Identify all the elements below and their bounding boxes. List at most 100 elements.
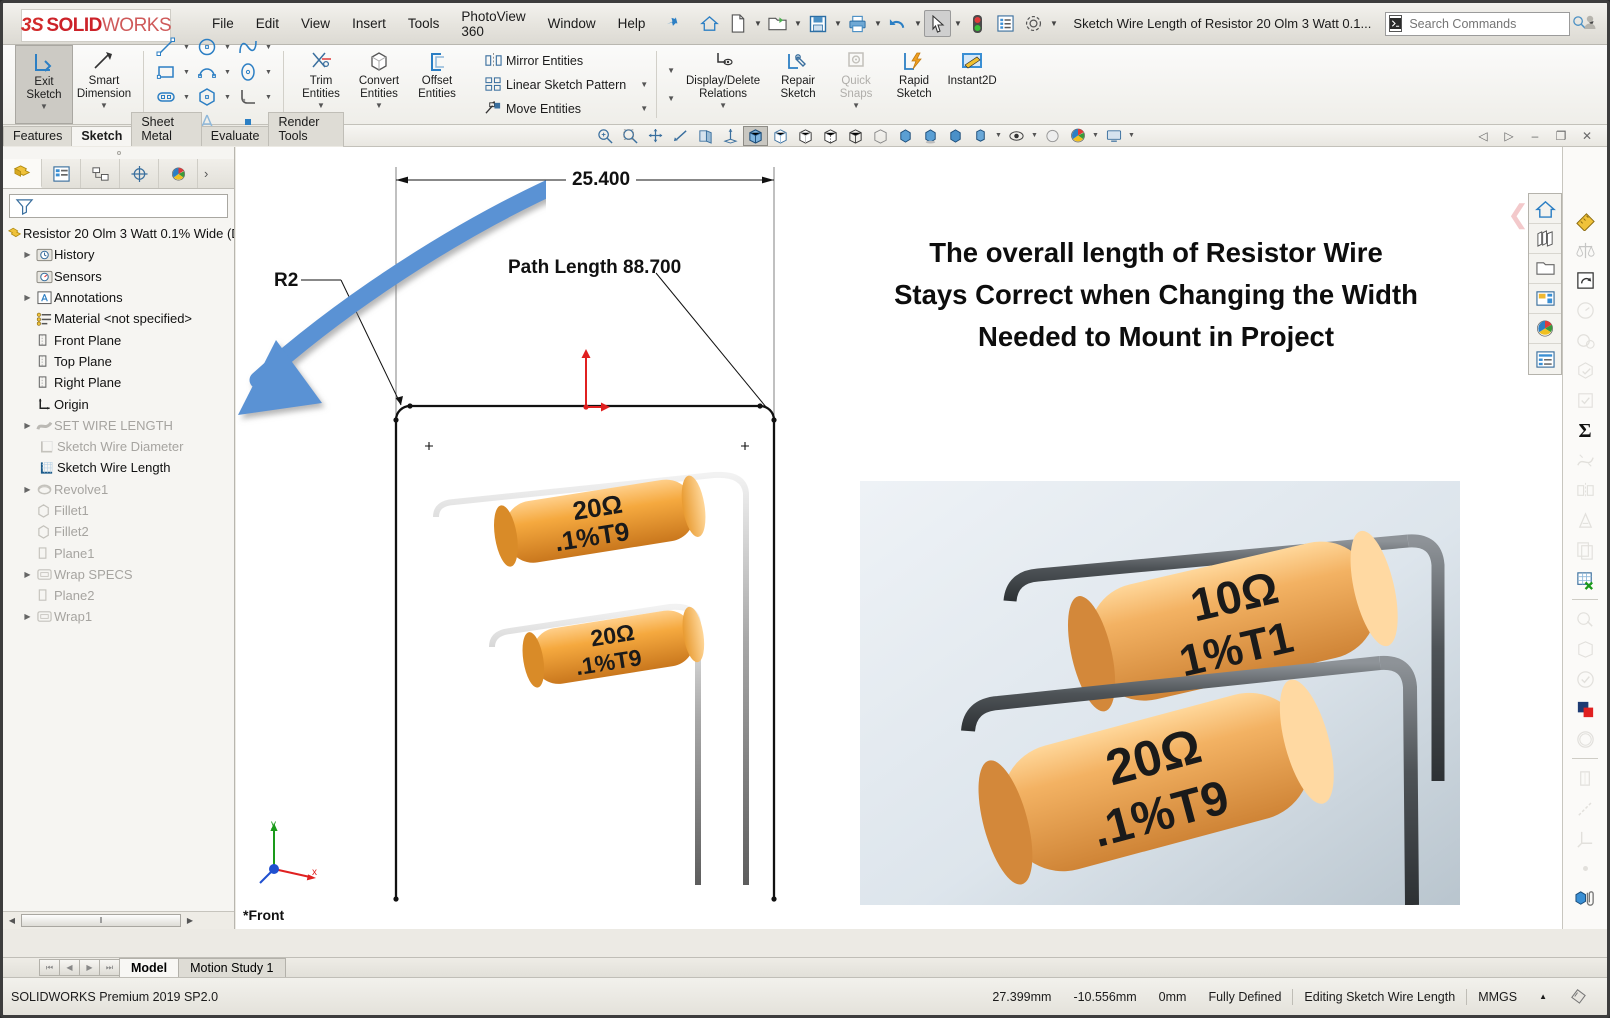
select-dropdown-caret[interactable]: ▼ (952, 19, 963, 28)
tree-item-sensors[interactable]: Sensors (7, 266, 234, 287)
display-delete-relations-caret[interactable]: ▼ (719, 101, 727, 111)
display-style-box-icon[interactable] (868, 126, 893, 146)
symmetry-check-icon[interactable] (1570, 475, 1600, 505)
tree-item-plane2[interactable]: Plane2 (7, 585, 234, 606)
quick-snaps-button[interactable]: Quick Snaps ▼ (827, 45, 885, 124)
zoom-to-fit-icon[interactable] (593, 126, 618, 146)
menu-window[interactable]: Window (537, 11, 607, 36)
tab-evaluate[interactable]: Evaluate (200, 126, 270, 146)
ambient-occlusion-icon[interactable] (943, 126, 968, 146)
expand-caret[interactable]: ▶ (21, 570, 34, 579)
tree-item-sketch-wire-length[interactable]: Sketch Wire Length (7, 457, 234, 478)
ellipse-tool-caret[interactable]: ▼ (262, 60, 275, 84)
tree-item-wrap-specs[interactable]: ▶ Wrap SPECS (7, 564, 234, 585)
tab-render-tools[interactable]: Render Tools (268, 112, 344, 146)
fillet-tool-icon[interactable] (234, 85, 262, 109)
bottom-tab-model[interactable]: Model (119, 957, 180, 978)
spline-tool-icon[interactable] (234, 35, 262, 59)
print-dropdown-caret[interactable]: ▼ (872, 19, 883, 28)
slot-tool-caret[interactable]: ▼ (180, 85, 193, 109)
curvature-icon[interactable] (1570, 445, 1600, 475)
display-style-hidden-lines-visible-icon[interactable] (818, 126, 843, 146)
view-settings-icon[interactable] (1101, 126, 1126, 146)
smart-dimension-dropdown-caret[interactable]: ▼ (100, 101, 108, 111)
menu-edit[interactable]: Edit (245, 11, 290, 36)
polygon-tool-icon[interactable] (193, 85, 221, 109)
instant2d-button[interactable]: Instant2D (943, 45, 1001, 124)
menu-insert[interactable]: Insert (341, 11, 397, 36)
hide-show-caret[interactable]: ▼ (1029, 132, 1040, 139)
property-manager-tab[interactable] (42, 159, 81, 188)
smart-dimension-button[interactable]: Smart Dimension ▼ (73, 45, 135, 124)
draft-analysis-icon[interactable] (1570, 505, 1600, 535)
pan-icon[interactable] (643, 126, 668, 146)
nav-next-button[interactable]: ▶ (79, 959, 100, 976)
tab-features[interactable]: Features (3, 126, 73, 146)
display-style-wireframe-icon[interactable] (843, 126, 868, 146)
arc-tool-icon[interactable] (193, 60, 221, 84)
open-document-icon[interactable] (764, 10, 791, 37)
select-cursor-icon[interactable] (924, 10, 952, 37)
tree-item-wrap1[interactable]: ▶ Wrap1 (7, 606, 234, 627)
offset-entities-button[interactable]: Offset Entities (408, 45, 466, 124)
circle-tool-icon[interactable] (193, 35, 221, 59)
display-delete-relations-button[interactable]: Display/Delete Relations ▼ (677, 45, 769, 124)
restore-left-icon[interactable]: ◁ (1471, 127, 1495, 145)
appearances-scenes-icon[interactable] (1529, 314, 1561, 344)
apply-scene-caret[interactable]: ▼ (1090, 132, 1101, 139)
settings-dropdown-caret[interactable]: ▼ (1048, 19, 1059, 28)
user-account-icon[interactable] (1576, 13, 1604, 35)
expand-caret[interactable]: ▶ (21, 612, 34, 621)
tree-filter-input[interactable] (9, 194, 228, 218)
circle-tool-caret[interactable]: ▼ (221, 35, 234, 59)
zoom-to-area-icon[interactable] (618, 126, 643, 146)
previous-view-icon[interactable] (668, 126, 693, 146)
display-style-shaded-with-edges-icon[interactable] (743, 125, 768, 146)
menu-file[interactable]: File (201, 11, 245, 36)
custom-properties-icon[interactable] (1529, 344, 1561, 374)
slot-tool-icon[interactable] (152, 85, 180, 109)
menu-help[interactable]: Help (607, 11, 657, 36)
bottom-tab-motion-study-1[interactable]: Motion Study 1 (178, 957, 286, 978)
shadows-icon[interactable] (918, 126, 943, 146)
equations-icon[interactable]: Σ (1570, 415, 1600, 445)
view-orientation-icon[interactable] (718, 126, 743, 146)
chevron-right-icon[interactable]: › (204, 166, 208, 181)
origins-display-icon[interactable] (1570, 823, 1600, 853)
performance-evaluation-icon[interactable] (1570, 325, 1600, 355)
feature-manager-tab[interactable] (3, 159, 42, 188)
export-design-table-icon[interactable] (1570, 565, 1600, 595)
line-tool-icon[interactable] (152, 35, 180, 59)
arc-tool-caret[interactable]: ▼ (221, 60, 234, 84)
design-library-icon[interactable] (1529, 224, 1561, 254)
ellipse-tool-icon[interactable] (234, 60, 262, 84)
scroll-thumb[interactable]: ‖ (21, 914, 181, 927)
nav-prev-button[interactable]: ◀ (59, 959, 80, 976)
check-mark-icon[interactable] (1570, 664, 1600, 694)
settings-gear-icon[interactable] (1020, 10, 1047, 37)
check-geometry-icon[interactable] (1570, 355, 1600, 385)
options-list-icon[interactable] (992, 10, 1019, 37)
menu-view[interactable]: View (290, 11, 341, 36)
plane-display-icon[interactable] (1570, 763, 1600, 793)
tree-item-origin[interactable]: Origin (7, 393, 234, 414)
fillet-tool-caret[interactable]: ▼ (262, 85, 275, 109)
display-style-caret[interactable]: ▼ (993, 132, 1004, 139)
graphics-area[interactable]: 25.400 Path Length 88.700 R2 20Ω .1%T9 2… (236, 147, 1562, 929)
rectangle-tool-icon[interactable] (152, 60, 180, 84)
exit-sketch-button[interactable]: Exit Sketch ▼ (15, 45, 73, 124)
tree-horizontal-scrollbar[interactable]: ◀ ‖ ▶ (3, 911, 234, 929)
save-icon[interactable] (804, 10, 831, 37)
search-input[interactable] (1407, 15, 1573, 32)
restore-right-icon[interactable]: ▷ (1497, 127, 1521, 145)
menu-tools[interactable]: Tools (397, 11, 451, 36)
overlay-icon[interactable] (1558, 986, 1599, 1007)
tree-item-history[interactable]: ▶ History (7, 244, 234, 265)
line-tool-caret[interactable]: ▼ (180, 35, 193, 59)
tree-item-fillet2[interactable]: Fillet2 (7, 521, 234, 542)
home-icon[interactable] (696, 10, 723, 37)
measure-icon[interactable] (1570, 205, 1600, 235)
geometry-analysis-icon[interactable] (1570, 385, 1600, 415)
dimxpert-manager-tab[interactable] (120, 159, 159, 188)
search-commands-box[interactable]: ▼ (1385, 11, 1595, 36)
